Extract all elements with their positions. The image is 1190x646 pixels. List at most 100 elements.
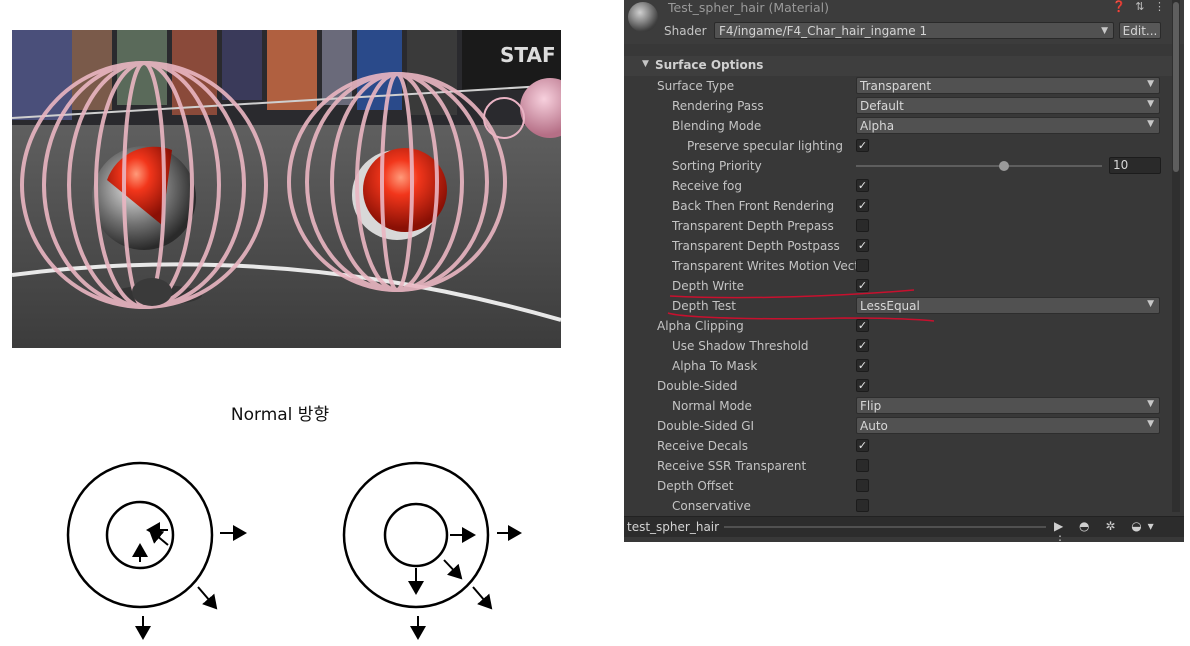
foldout-arrow-icon[interactable]: ▼	[642, 59, 649, 69]
property-label: Receive fog	[672, 179, 742, 193]
property-row: Double-Sided ✓	[624, 376, 1172, 396]
property-checkbox[interactable]	[856, 479, 869, 492]
property-checkbox[interactable]	[856, 459, 869, 472]
property-row: Transparent Writes Motion Vectors	[624, 256, 1172, 276]
preview-resize-handle[interactable]	[724, 526, 1046, 528]
property-dropdown[interactable]: Transparent ▼	[856, 77, 1160, 94]
property-row: Back Then Front Rendering ✓	[624, 196, 1172, 216]
checkmark-icon: ✓	[857, 179, 868, 192]
dropdown-value: Default	[860, 99, 904, 113]
dropdown-value: LessEqual	[860, 299, 920, 313]
property-row: Depth Write ✓	[624, 276, 1172, 296]
property-label: Receive SSR Transparent	[657, 459, 807, 473]
header-help-settings-icons[interactable]: ❓ ⇅ ⋮	[1112, 0, 1168, 13]
property-dropdown[interactable]: Default ▼	[856, 97, 1160, 114]
property-row: Sorting Priority 10	[624, 156, 1172, 176]
property-row: Transparent Depth Prepass	[624, 216, 1172, 236]
property-label: Depth Test	[672, 299, 736, 313]
preview-toolbar-icons[interactable]: ▶ ◓ ✲ ◒▾ ⋮	[1054, 519, 1184, 542]
preview-bar: test_spher_hair ▶ ◓ ✲ ◒▾ ⋮	[624, 516, 1184, 542]
chevron-down-icon: ▼	[1147, 299, 1154, 309]
property-label: Transparent Depth Postpass	[672, 239, 840, 253]
property-checkbox[interactable]: ✓	[856, 279, 869, 292]
normal-direction-diagram	[66, 461, 522, 640]
scrollbar-thumb[interactable]	[1173, 2, 1179, 172]
property-label: Rendering Pass	[672, 99, 764, 113]
property-label: Double-Sided GI	[657, 419, 755, 433]
property-checkbox[interactable]: ✓	[856, 179, 869, 192]
property-row: Transparent Depth Postpass ✓	[624, 236, 1172, 256]
property-checkbox[interactable]: ✓	[856, 379, 869, 392]
property-row: Preserve specular lighting ✓	[624, 136, 1172, 156]
edit-shader-button[interactable]: Edit...	[1119, 22, 1161, 39]
checkmark-icon: ✓	[857, 139, 868, 152]
material-title: Test_spher_hair (Material)	[668, 0, 830, 15]
property-label: Alpha To Mask	[672, 359, 758, 373]
property-dropdown[interactable]: LessEqual ▼	[856, 297, 1160, 314]
checkmark-icon: ✓	[857, 379, 868, 392]
chevron-down-icon: ▼	[1101, 26, 1108, 36]
property-row: Conservative	[624, 496, 1172, 516]
property-checkbox[interactable]: ✓	[856, 359, 869, 372]
property-label: Conservative	[672, 499, 751, 513]
slider-handle[interactable]	[998, 161, 1009, 171]
property-row: Depth Test LessEqual ▼	[624, 296, 1172, 316]
svg-text:STAF: STAF	[500, 43, 556, 67]
diagram-left-spheres	[66, 461, 214, 609]
checkmark-icon: ✓	[857, 339, 868, 352]
property-label: Double-Sided	[657, 379, 738, 393]
checkmark-icon: ✓	[857, 319, 868, 332]
dropdown-value: Flip	[860, 399, 882, 413]
outer-normal-diag-arrow	[197, 586, 218, 610]
property-label: Depth Offset	[657, 479, 734, 493]
chevron-down-icon: ▼	[1147, 419, 1154, 429]
property-row: Blending Mode Alpha ▼	[624, 116, 1172, 136]
material-preview-icon[interactable]	[628, 2, 658, 32]
property-label: Receive Decals	[657, 439, 748, 453]
property-label: Surface Type	[657, 79, 735, 93]
preview-material-name: test_spher_hair	[627, 520, 720, 534]
property-checkbox[interactable]: ✓	[856, 319, 869, 332]
property-row: Surface Type Transparent ▼	[624, 76, 1172, 96]
property-row: Alpha Clipping ✓	[624, 316, 1172, 336]
scene-screenshot: STAF	[12, 30, 561, 348]
property-row: Receive Decals ✓	[624, 436, 1172, 456]
property-row: Rendering Pass Default ▼	[624, 96, 1172, 116]
property-label: Back Then Front Rendering	[672, 199, 835, 213]
property-dropdown[interactable]: Flip ▼	[856, 397, 1160, 414]
material-inspector: Test_spher_hair (Material) ❓ ⇅ ⋮ Shader …	[624, 0, 1184, 542]
checkmark-icon: ✓	[857, 239, 868, 252]
checkmark-icon: ✓	[857, 279, 868, 292]
property-label: Depth Write	[672, 279, 745, 293]
property-row: Normal Mode Flip ▼	[624, 396, 1172, 416]
property-checkbox[interactable]: ✓	[856, 339, 869, 352]
chevron-down-icon: ▼	[1147, 119, 1154, 129]
property-checkbox[interactable]: ✓	[856, 439, 869, 452]
diagram-title: Normal 방향	[230, 405, 330, 425]
property-checkbox[interactable]: ✓	[856, 199, 869, 212]
property-checkbox[interactable]: ✓	[856, 239, 869, 252]
shader-dropdown[interactable]: F4/ingame/F4_Char_hair_ingame 1 ▼	[714, 22, 1114, 39]
dropdown-value: Alpha	[860, 119, 895, 133]
property-checkbox[interactable]	[856, 499, 869, 512]
chevron-down-icon: ▼	[1147, 399, 1154, 409]
property-label: Normal Mode	[672, 399, 752, 413]
property-dropdown[interactable]: Alpha ▼	[856, 117, 1160, 134]
inspector-header: Test_spher_hair (Material) ❓ ⇅ ⋮ Shader …	[624, 0, 1184, 44]
sorting-priority-slider[interactable]	[856, 165, 1102, 167]
property-label: Transparent Depth Prepass	[672, 219, 834, 233]
property-row: Double-Sided GI Auto ▼	[624, 416, 1172, 436]
property-label: Preserve specular lighting	[687, 139, 843, 153]
sorting-priority-field[interactable]: 10	[1109, 157, 1161, 174]
property-row: Receive fog ✓	[624, 176, 1172, 196]
property-checkbox[interactable]	[856, 259, 869, 272]
outer-normal-diag-arrow-2	[472, 586, 493, 610]
property-label: Sorting Priority	[672, 159, 762, 173]
property-checkbox[interactable]	[856, 219, 869, 232]
property-dropdown[interactable]: Auto ▼	[856, 417, 1160, 434]
checkmark-icon: ✓	[857, 359, 868, 372]
checkmark-icon: ✓	[857, 199, 868, 212]
property-label: Alpha Clipping	[657, 319, 744, 333]
property-checkbox[interactable]: ✓	[856, 139, 869, 152]
property-label: Transparent Writes Motion Vectors	[672, 259, 856, 273]
